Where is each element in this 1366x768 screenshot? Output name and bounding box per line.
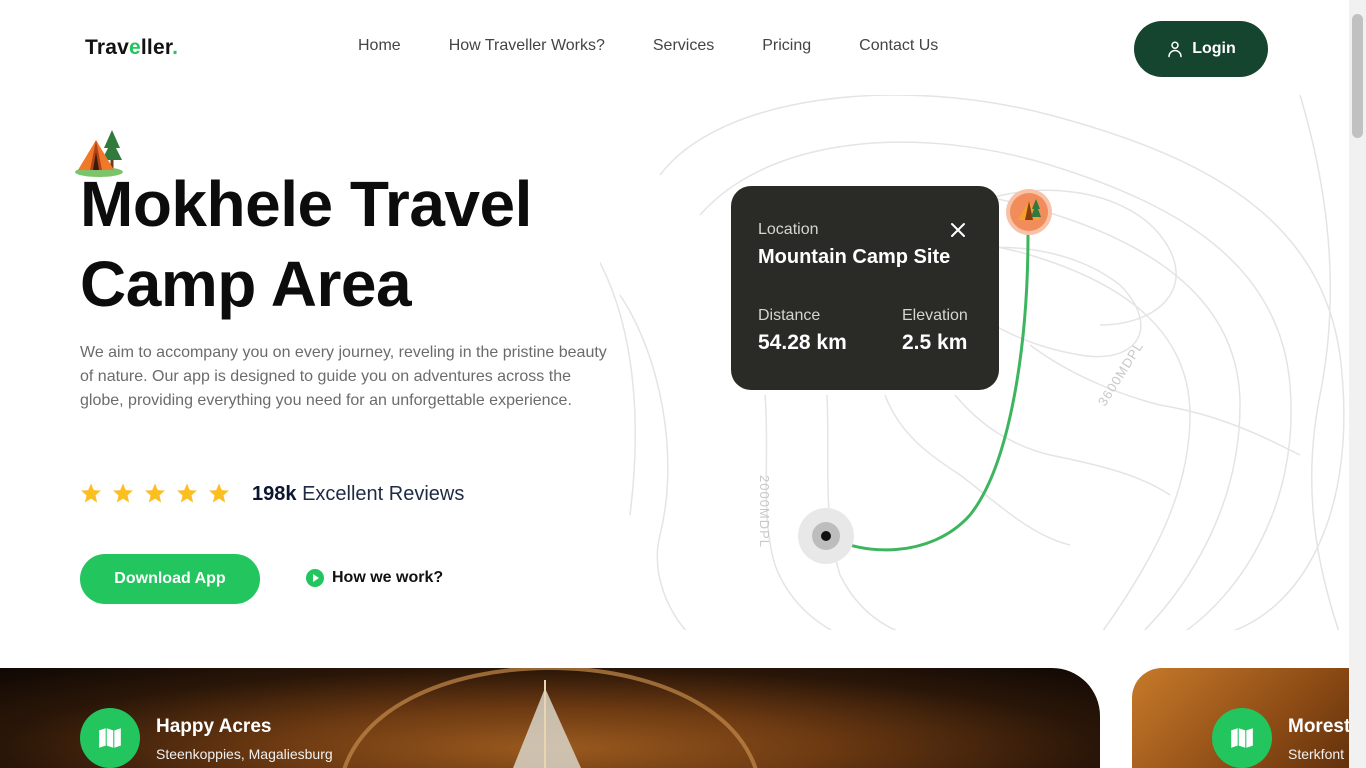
- nav-link-home[interactable]: Home: [358, 37, 401, 55]
- card-photo-tent: [342, 668, 758, 768]
- logo-text-tail: ller: [140, 36, 173, 59]
- logo-text-main: Trav: [85, 36, 129, 59]
- rating-stars: [80, 482, 230, 504]
- nav-link-contact[interactable]: Contact Us: [859, 37, 938, 55]
- nav-link-pricing[interactable]: Pricing: [762, 37, 811, 55]
- distance-value: 54.28 km: [758, 331, 847, 354]
- star-icon: [80, 482, 102, 504]
- logo-text-accent: e: [129, 36, 141, 59]
- reviews-label: Excellent Reviews: [302, 483, 465, 505]
- tent-pin-icon[interactable]: [1005, 189, 1053, 237]
- destination-card-happy-acres[interactable]: Happy Acres Steenkoppies, Magaliesburg: [0, 668, 1100, 768]
- distance-label: Distance: [758, 307, 821, 324]
- location-value: Mountain Camp Site: [758, 246, 951, 268]
- star-icon: [112, 482, 134, 504]
- hero-title-line-2: Camp Area: [80, 248, 412, 320]
- start-point: [821, 531, 831, 541]
- elevation-label: Elevation: [902, 307, 968, 324]
- close-icon[interactable]: [949, 221, 967, 239]
- scrollbar-thumb[interactable]: [1352, 14, 1363, 138]
- main-nav: Home How Traveller Works? Services Prici…: [358, 37, 938, 55]
- elevation-value: 2.5 km: [902, 331, 968, 354]
- logo-dot: .: [172, 36, 179, 59]
- page-scrollbar[interactable]: [1349, 0, 1366, 768]
- reviews-count: 198k: [252, 483, 297, 505]
- how-we-work-link[interactable]: How we work?: [306, 569, 443, 587]
- location-label: Location: [758, 221, 819, 238]
- contour-label-3600: 3600MDPL: [1095, 339, 1146, 409]
- map-icon: [80, 708, 140, 768]
- star-icon: [144, 482, 166, 504]
- hero-description: We aim to accompany you on every journey…: [80, 344, 607, 409]
- download-app-button[interactable]: Download App: [80, 554, 260, 604]
- map-icon: [1212, 708, 1272, 768]
- login-button[interactable]: Login: [1134, 21, 1268, 77]
- how-we-work-label: How we work?: [332, 569, 444, 586]
- card-title: Happy Acres: [156, 716, 272, 737]
- play-icon: [306, 569, 324, 587]
- hero-title-line-1: Mokhele Travel: [80, 168, 532, 240]
- contour-label-2000: 2000MDPL: [757, 475, 772, 548]
- nav-link-how-it-works[interactable]: How Traveller Works?: [449, 37, 605, 55]
- reviews-summary: 198k Excellent Reviews: [252, 483, 464, 506]
- card-title: Morest: [1288, 716, 1351, 737]
- nav-link-services[interactable]: Services: [653, 37, 714, 55]
- logo[interactable]: Traveller.: [85, 36, 178, 60]
- hero-title: Mokhele Travel Camp Area: [80, 164, 532, 324]
- location-card: Location Mountain Camp Site Distance 54.…: [731, 186, 999, 390]
- card-subtitle: Sterkfont: [1288, 746, 1345, 762]
- star-icon: [176, 482, 198, 504]
- destination-card-morest[interactable]: Morest Sterkfont: [1132, 668, 1352, 768]
- star-icon: [208, 482, 230, 504]
- card-subtitle: Steenkoppies, Magaliesburg: [156, 746, 333, 762]
- login-label: Login: [1192, 40, 1236, 57]
- user-icon: [1168, 41, 1182, 58]
